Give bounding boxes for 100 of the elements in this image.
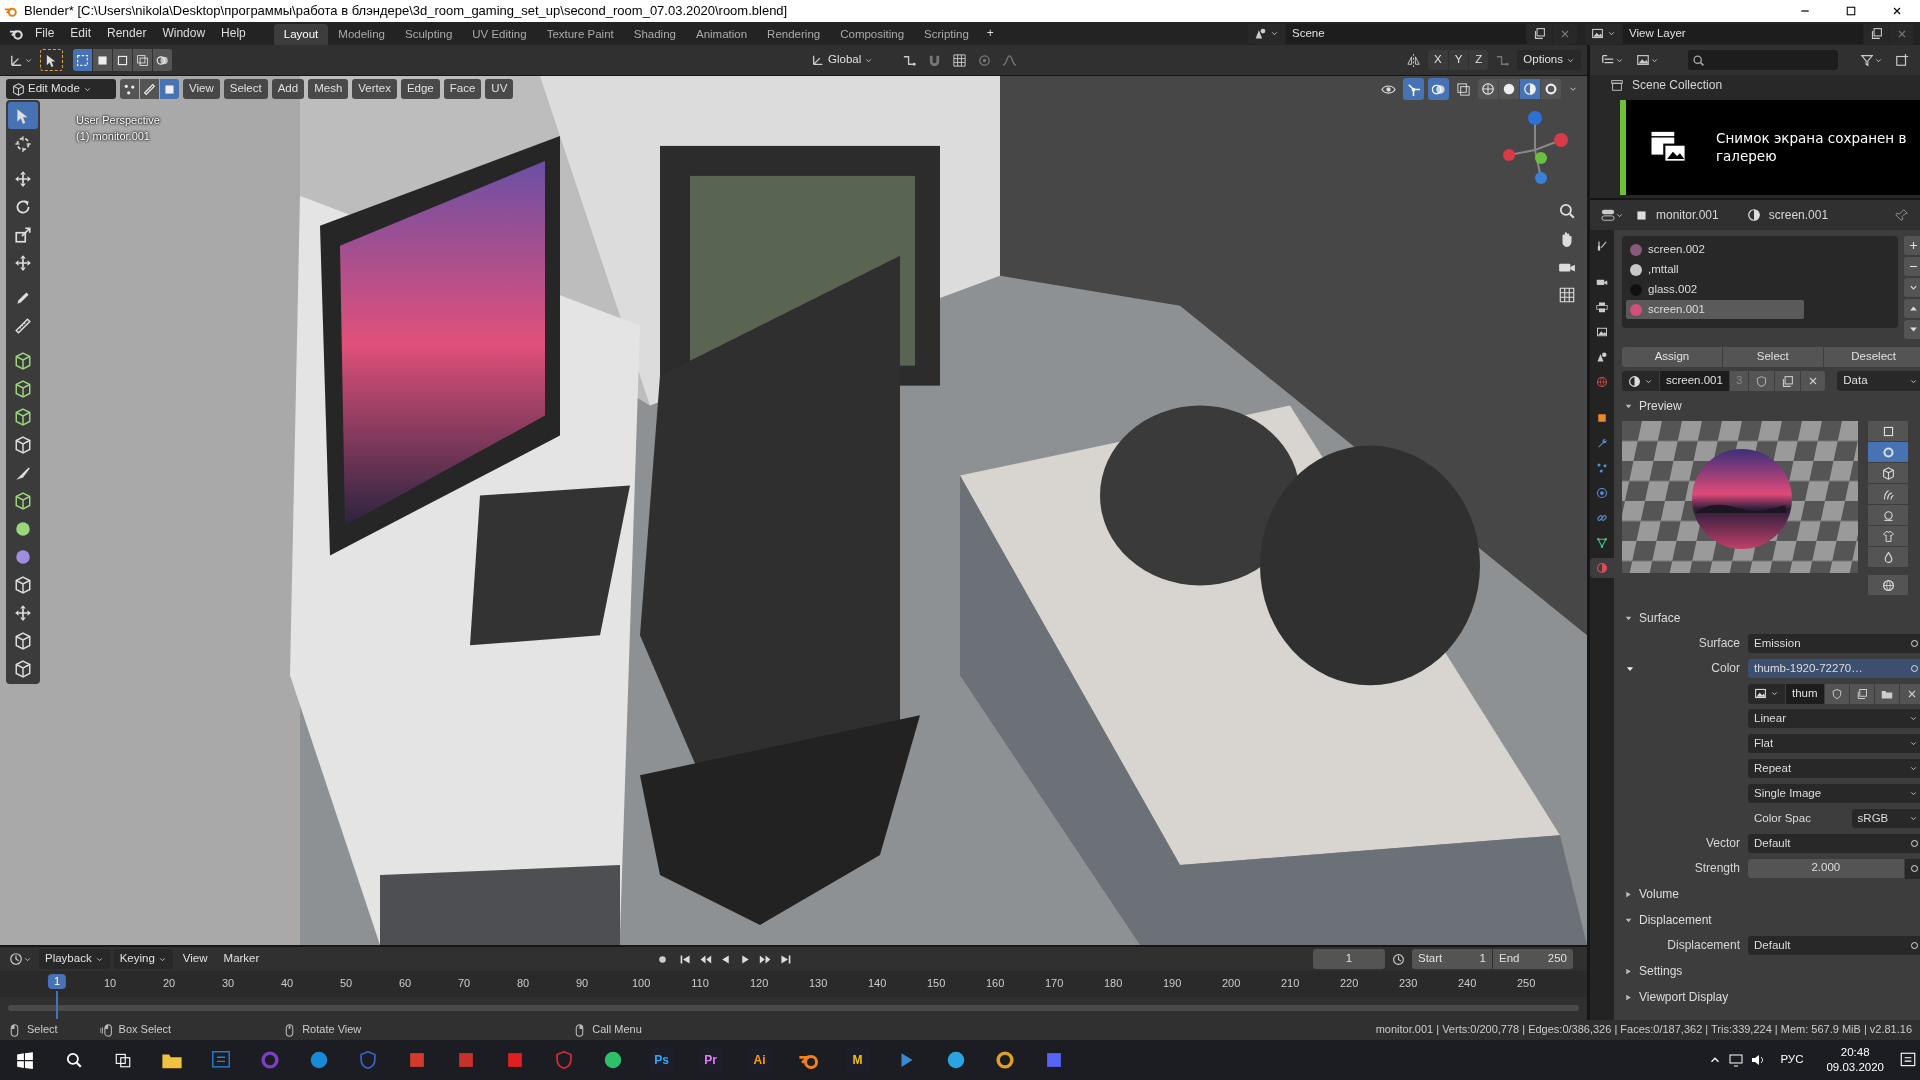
start-value: 1 (1479, 952, 1486, 966)
dropdown-field[interactable]: Single Image (1748, 784, 1920, 803)
add-workspace-button[interactable]: + (978, 23, 1002, 44)
material-slot[interactable]: screen.002 (1626, 240, 1804, 259)
menu-item[interactable]: Render (99, 23, 155, 44)
app-button[interactable]: Pr (698, 1048, 723, 1072)
clock-date[interactable]: 09.03.2020 (1826, 1060, 1884, 1075)
field-value: thumb-1920-72270… (1754, 661, 1863, 676)
dropdown-field[interactable]: Repeat (1748, 759, 1920, 778)
outliner-item[interactable]: Scene Collection (1632, 77, 1723, 93)
slot-name: ,mttall (1648, 262, 1679, 277)
slot-action-button[interactable]: Assign (1622, 347, 1722, 367)
number-field[interactable]: 2.000 (1748, 858, 1904, 878)
frame-number: 160 (985, 977, 1005, 991)
frame-number: 40 (280, 977, 294, 991)
workspace-tab[interactable]: Rendering (757, 24, 831, 45)
clock-time[interactable]: 20:48 (1826, 1045, 1884, 1060)
frame-number: 210 (1280, 977, 1300, 991)
end-frame-field[interactable]: End 250 (1493, 949, 1573, 969)
slot-action-button[interactable]: Select (1722, 347, 1823, 367)
app-button[interactable]: Ai (747, 1048, 772, 1072)
view-layer-field[interactable]: View Layer (1623, 23, 1863, 44)
app-button[interactable]: M (845, 1048, 870, 1072)
panel-title: Surface (1639, 610, 1681, 626)
playhead-label[interactable]: 1 (47, 974, 67, 990)
image-name-field[interactable]: thum (1786, 683, 1824, 704)
window-title: Blender* [C:\Users\nikola\Desktop\программы\работа в блэндере\3d_room_gaming_set_up\second_room_07.03.2020\room.blend] (24, 3, 788, 19)
frame-number: 30 (221, 977, 235, 991)
socket-field[interactable]: Default (1748, 936, 1920, 955)
workspace-tab[interactable]: Layout (273, 24, 329, 45)
menu-item[interactable]: View (183, 79, 220, 99)
dropdown-field[interactable]: sRGB (1851, 809, 1920, 828)
field-label: Strength (1694, 861, 1740, 876)
orientation-dropdown[interactable]: Global (805, 50, 895, 70)
menu-item[interactable]: Vertex (352, 79, 397, 99)
notification-text: Снимок экрана сохранен в галерею (1716, 129, 1908, 166)
slot-name: screen.002 (1648, 242, 1705, 257)
menu-item[interactable]: Help (213, 23, 254, 44)
panel-title: Viewport Display (1639, 989, 1729, 1005)
workspace-tab[interactable]: Shading (623, 24, 686, 45)
menu-item[interactable]: Playback (39, 949, 110, 969)
start-label: Start (1418, 952, 1443, 966)
menu-item[interactable]: UV (485, 79, 514, 99)
workspace-tab[interactable]: Sculpting (394, 24, 463, 45)
dropdown-field[interactable]: Linear (1748, 709, 1920, 728)
axis-toggle[interactable]: Y (1448, 50, 1469, 70)
frame-number: 130 (808, 977, 828, 991)
viewport-info-text: User Perspective (76, 113, 160, 128)
menu-item[interactable]: View (176, 949, 214, 969)
notification-toast[interactable]: Снимок экрана сохранен в галерею (1620, 100, 1920, 195)
workspace-tab[interactable]: Texture Paint (536, 24, 624, 45)
field-value: Default (1754, 938, 1791, 953)
menu-item[interactable]: Marker (217, 949, 266, 969)
material-name-field[interactable]: screen.001 (1660, 371, 1729, 391)
axis-toggle[interactable]: Z (1469, 50, 1489, 70)
menu-label: Keying (119, 952, 155, 966)
workspace-tab[interactable]: Compositing (830, 24, 915, 45)
field-value: Single Image (1754, 786, 1822, 801)
workspace-tab[interactable]: Scripting (914, 24, 979, 45)
menu-item[interactable]: Window (154, 23, 214, 44)
mode-dropdown[interactable]: Edit Mode (6, 79, 116, 99)
menu-label: Playback (45, 952, 92, 966)
breadcrumb-object: monitor.001 (1656, 207, 1719, 223)
dropdown-field[interactable]: Flat (1748, 734, 1920, 753)
workspace-tab[interactable]: UV Editing (462, 24, 537, 45)
menu-item[interactable]: Edit (62, 23, 100, 44)
workspace-tab[interactable]: Animation (685, 24, 758, 45)
frame-number: 50 (339, 977, 353, 991)
orientation-label: Global (828, 53, 862, 67)
slot-action-button[interactable]: Deselect (1823, 347, 1920, 367)
material-slot[interactable]: ,mttall (1626, 260, 1804, 279)
menu-label: Marker (223, 952, 260, 966)
material-slot[interactable]: glass.002 (1626, 280, 1804, 299)
field-label: Color Spac (1753, 811, 1811, 826)
field-value: sRGB (1857, 811, 1889, 826)
material-slot[interactable]: screen.001 (1626, 300, 1804, 319)
current-frame-field[interactable]: 1 (1313, 949, 1385, 969)
panel-title: Preview (1639, 398, 1682, 414)
scene-statistics: monitor.001 | Verts:0/200,778 | Edges:0/386,326 | Faces:0/187,362 | Tris:339,224 | Mem: 567.9 MiB | v2.81.16 (1375, 1023, 1912, 1037)
menu-item[interactable]: Keying (113, 949, 173, 969)
app-button[interactable]: Ps (649, 1048, 674, 1072)
workspace-tab[interactable]: Modeling (328, 24, 395, 45)
menu-item[interactable]: Mesh (308, 79, 349, 99)
language-button[interactable]: РУС (1777, 1049, 1807, 1071)
axis-toggle[interactable]: X (1428, 50, 1448, 70)
socket-field[interactable]: Default (1748, 834, 1920, 853)
scene-field[interactable]: Scene (1286, 23, 1526, 44)
frame-number: 110 (691, 977, 709, 991)
frame-number: 200 (1221, 977, 1241, 991)
socket-field[interactable]: thumb-1920-72270… (1748, 659, 1920, 678)
slot-name: screen.001 (1648, 302, 1705, 317)
start-frame-field[interactable]: Start 1 (1412, 949, 1492, 969)
menu-item[interactable]: Edge (400, 79, 440, 99)
menu-item[interactable]: Select (223, 79, 268, 99)
menu-item[interactable]: Add (271, 79, 305, 99)
menu-item[interactable]: File (27, 23, 63, 44)
menu-item[interactable]: Face (443, 79, 482, 99)
socket-field[interactable]: Emission (1748, 634, 1920, 653)
options-dropdown[interactable]: Options (1517, 50, 1581, 70)
link-dropdown[interactable]: Data (1837, 371, 1920, 391)
